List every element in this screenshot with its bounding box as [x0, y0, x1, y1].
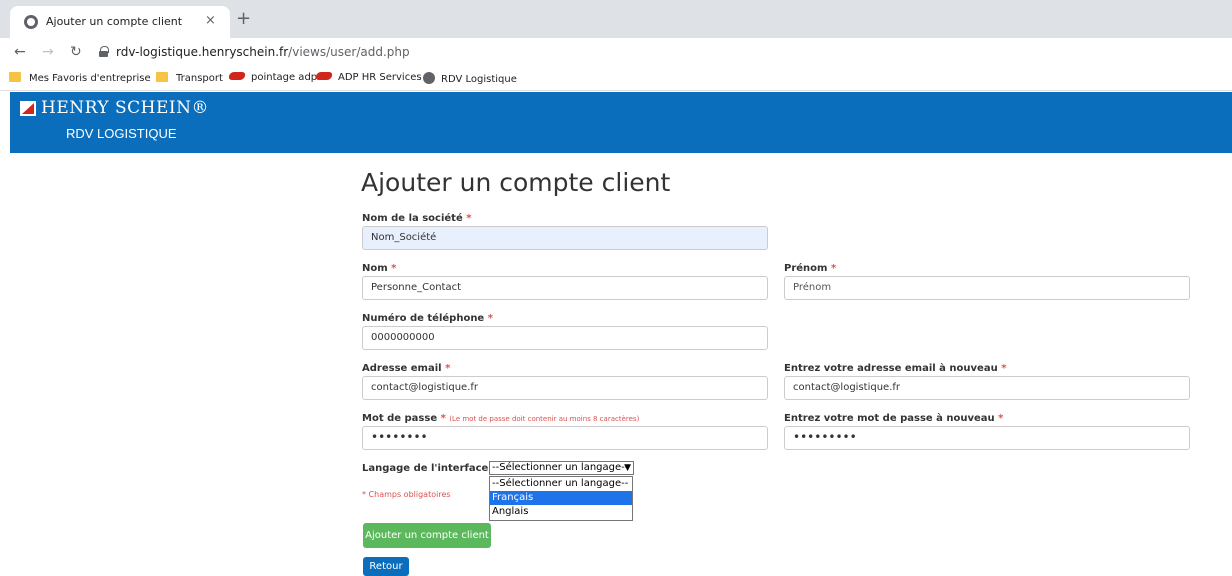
bookmark-label: Transport [176, 73, 223, 84]
back-button[interactable]: Retour [363, 557, 409, 576]
password-confirm-input[interactable]: ••••••••• [784, 426, 1190, 450]
email-label: Adresse email * [362, 363, 450, 374]
required-star: * [830, 263, 837, 274]
chevron-down-icon: ▼ [624, 463, 631, 473]
language-dropdown: --Sélectionner un langage-- Français Ang… [489, 476, 633, 521]
bookmark-label: pointage adp [251, 72, 318, 83]
company-input[interactable]: Nom_Société [362, 226, 768, 250]
phone-label: Numéro de téléphone * [362, 313, 493, 324]
bookmarks-bar: Mes Favoris d'entreprise Transport point… [0, 66, 1232, 91]
email-confirm-label-text: Entrez votre adresse email à nouveau [784, 363, 998, 374]
forward-arrow-icon[interactable]: → [42, 44, 54, 60]
back-arrow-icon[interactable]: ← [14, 44, 26, 60]
phone-label-text: Numéro de téléphone [362, 313, 485, 324]
reload-icon[interactable]: ↻ [70, 44, 82, 60]
password-hint: (Le mot de passe doit contenir au moins … [449, 415, 640, 423]
language-select-value: --Sélectionner un langage-- [492, 462, 629, 473]
bookmark-label: RDV Logistique [441, 74, 517, 85]
tab-title: Ajouter un compte client [46, 15, 183, 28]
password-confirm-label: Entrez votre mot de passe à nouveau * [784, 413, 1003, 424]
required-star: * [466, 213, 472, 224]
first-name-label-text: Prénom [784, 263, 828, 274]
email-confirm-label: Entrez votre adresse email à nouveau * [784, 363, 1006, 374]
address-bar: ← → ↻ rdv-logistique.henryschein.fr/view… [0, 38, 1232, 66]
url-field[interactable]: rdv-logistique.henryschein.fr/views/user… [116, 45, 410, 59]
bookmark-item[interactable]: pointage adp [227, 72, 318, 83]
language-option[interactable]: Anglais [490, 505, 632, 519]
page-title: Ajouter un compte client [361, 168, 671, 197]
add-client-button[interactable]: Ajouter un compte client [363, 523, 491, 548]
adp-icon [227, 72, 247, 80]
globe-icon [24, 15, 38, 29]
henry-schein-logo-icon [20, 101, 36, 116]
folder-icon [156, 72, 168, 82]
company-label: Nom de la société * [362, 213, 471, 224]
email-label-text: Adresse email [362, 363, 442, 374]
password-label: Mot de passe * (Le mot de passe doit con… [362, 413, 639, 424]
globe-icon [423, 72, 435, 84]
password-label-text: Mot de passe [362, 413, 438, 424]
bookmark-label: ADP HR Services [338, 72, 422, 83]
required-fields-note: * Champs obligatoires [362, 490, 451, 499]
email-input[interactable]: contact@logistique.fr [362, 376, 768, 400]
new-tab-button[interactable]: + [236, 8, 251, 29]
browser-tab-strip: Ajouter un compte client × + [0, 0, 1232, 38]
language-option[interactable]: --Sélectionner un langage-- [490, 477, 632, 491]
required-star: * [391, 263, 397, 274]
required-star: * [445, 363, 451, 374]
url-domain: rdv-logistique.henryschein.fr [116, 45, 289, 59]
password-input[interactable]: •••••••• [362, 426, 768, 450]
required-star: * [998, 413, 1004, 424]
required-star: * [440, 413, 446, 424]
last-name-label: Nom * [362, 263, 396, 274]
language-select[interactable]: --Sélectionner un langage-- ▼ [489, 461, 634, 475]
adp-icon [314, 72, 334, 80]
language-label: Langage de l'interface * [362, 463, 497, 474]
phone-input[interactable]: 0000000000 [362, 326, 768, 350]
bookmark-item[interactable]: RDV Logistique [423, 72, 517, 85]
url-path: /views/user/add.php [288, 45, 410, 59]
folder-icon [9, 72, 21, 82]
language-option[interactable]: Français [490, 491, 632, 505]
company-label-text: Nom de la société [362, 213, 463, 224]
bookmark-item[interactable]: ADP HR Services [314, 72, 422, 83]
password-confirm-label-text: Entrez votre mot de passe à nouveau [784, 413, 995, 424]
required-star: * [1001, 363, 1007, 374]
site-header: HENRY SCHEIN® RDV LOGISTIQUE [10, 92, 1232, 153]
browser-tab[interactable]: Ajouter un compte client × [10, 6, 230, 38]
header-subtitle: RDV LOGISTIQUE [66, 126, 177, 141]
last-name-label-text: Nom [362, 263, 388, 274]
lock-icon[interactable] [99, 46, 109, 57]
language-label-text: Langage de l'interface [362, 463, 489, 474]
last-name-input[interactable]: Personne_Contact [362, 276, 768, 300]
bookmark-item[interactable]: Mes Favoris d'entreprise [9, 72, 151, 84]
logo-text: HENRY SCHEIN® [41, 98, 209, 118]
close-tab-icon[interactable]: × [205, 13, 216, 28]
email-confirm-input[interactable]: contact@logistique.fr [784, 376, 1190, 400]
required-star: * [487, 313, 493, 324]
first-name-label: Prénom * [784, 263, 836, 274]
bookmark-item[interactable]: Transport [156, 72, 223, 84]
first-name-input[interactable]: Prénom [784, 276, 1190, 300]
bookmark-label: Mes Favoris d'entreprise [29, 73, 151, 84]
